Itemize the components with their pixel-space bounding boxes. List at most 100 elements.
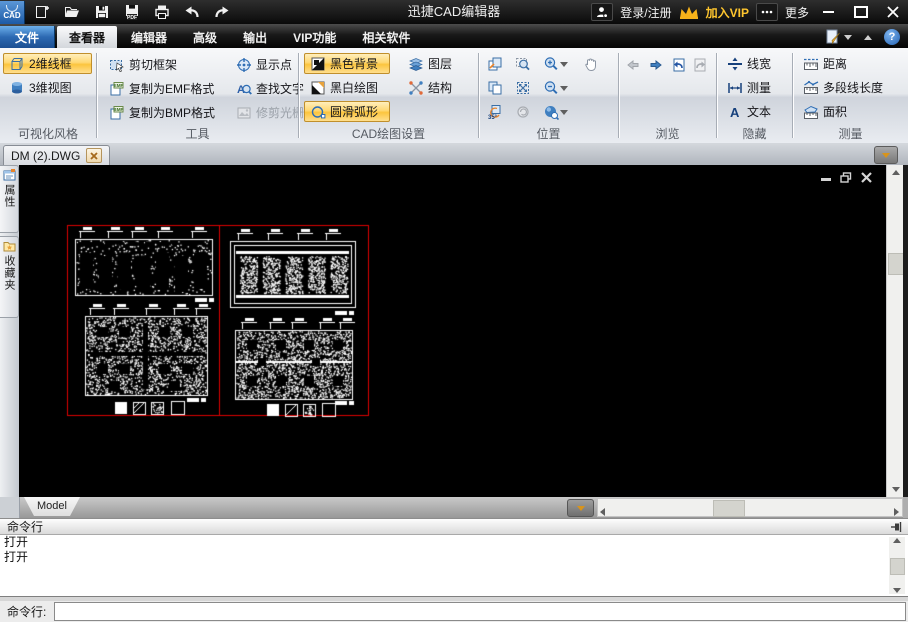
chevron-down-icon[interactable]: [560, 86, 568, 91]
view-forward-button[interactable]: [648, 54, 664, 76]
copy-view-button[interactable]: [487, 77, 503, 99]
scroll-up-button[interactable]: [887, 165, 904, 180]
svg-text:A: A: [730, 105, 740, 120]
sidebar-tab-favorites[interactable]: 收藏夹: [0, 236, 19, 318]
smooth-arc-button[interactable]: 圆滑弧形: [304, 101, 390, 122]
more-dots-icon[interactable]: [756, 3, 778, 21]
black-background-label: 黑色背景: [330, 55, 378, 72]
more-link[interactable]: 更多: [785, 4, 809, 21]
tab-editor[interactable]: 编辑器: [119, 26, 179, 48]
measure-arrows-icon: [727, 80, 743, 96]
measure-polyline-button[interactable]: 多段线长度: [797, 77, 889, 98]
zoom-out-button[interactable]: [543, 77, 568, 99]
app-logo-icon[interactable]: CAD: [0, 1, 25, 24]
rotate-view-button[interactable]: 35°: [487, 101, 503, 123]
scroll-thumb[interactable]: [888, 253, 904, 275]
wireframe-2d-button[interactable]: 2维线框: [3, 53, 92, 74]
bw-drawing-button[interactable]: 黑白绘图: [304, 77, 390, 98]
hide-text-label: 文本: [747, 103, 771, 120]
pan-hand-icon: [583, 56, 599, 72]
user-account-icon[interactable]: [591, 3, 613, 21]
zoom-window-button[interactable]: [515, 53, 531, 75]
tab-list-dropdown-button[interactable]: [874, 146, 898, 164]
tab-related-software[interactable]: 相关软件: [350, 26, 422, 48]
minimize-button[interactable]: [816, 3, 841, 21]
help-button[interactable]: ?: [884, 29, 900, 45]
collapse-ribbon-button[interactable]: [861, 32, 875, 42]
app-window: CAD PDF 迅捷CAD编辑器 登录/注册 加入V: [0, 0, 908, 622]
sidebar-tab-properties[interactable]: 属性: [0, 165, 19, 233]
tab-vip-features[interactable]: VIP功能: [281, 26, 348, 48]
new-file-button[interactable]: [29, 2, 55, 22]
hide-measure-button[interactable]: 测量: [721, 77, 777, 98]
command-history[interactable]: 打开 打开: [0, 535, 908, 596]
command-history-line: 打开: [0, 550, 908, 565]
scroll-thumb[interactable]: [713, 500, 745, 517]
forward-arrow-icon: [648, 57, 664, 73]
find-text-label: 查找文字: [256, 80, 304, 97]
document-tab[interactable]: DM (2).DWG: [3, 145, 110, 165]
wireframe-cube-icon: [9, 56, 25, 72]
maximize-button[interactable]: [848, 3, 873, 21]
scroll-thumb[interactable]: [890, 558, 905, 575]
view-3d-button[interactable]: 3维视图: [3, 77, 92, 98]
pin-panel-button[interactable]: [890, 521, 908, 533]
command-input[interactable]: [54, 602, 906, 621]
file-menu-button[interactable]: 文件: [0, 26, 55, 48]
doc-minimize-button[interactable]: [821, 178, 831, 181]
drawing-canvas[interactable]: [19, 165, 886, 497]
zoom-in-button[interactable]: [543, 53, 568, 75]
copy-bmp-button[interactable]: BMP 复制为BMP格式: [103, 102, 221, 123]
join-vip-link[interactable]: 加入VIP: [706, 4, 749, 21]
doc-close-button[interactable]: [861, 170, 872, 188]
switch-drawing-button[interactable]: [487, 53, 503, 75]
tab-advanced[interactable]: 高级: [181, 26, 229, 48]
doc-restore-button[interactable]: [840, 170, 852, 188]
chevron-down-icon[interactable]: [560, 110, 568, 115]
black-background-button[interactable]: 黑色背景: [304, 53, 390, 74]
new-file-icon: [34, 4, 50, 20]
copy-pages-icon: [487, 80, 503, 96]
undo-button[interactable]: [179, 2, 205, 22]
pan-button[interactable]: [583, 53, 599, 75]
layers-button[interactable]: 图层: [402, 53, 458, 74]
clip-frame-button[interactable]: 剪切框架: [103, 54, 183, 75]
login-register-link[interactable]: 登录/注册: [620, 4, 671, 21]
zoom-extents-button[interactable]: [515, 77, 531, 99]
undo-icon: [184, 4, 200, 20]
tab-viewer[interactable]: 查看器: [57, 26, 117, 48]
model-tab[interactable]: Model: [24, 497, 80, 516]
show-points-button[interactable]: 显示点: [230, 54, 298, 75]
hide-text-button[interactable]: A 文本: [721, 101, 777, 122]
copy-emf-button[interactable]: EMF 复制为EMF格式: [103, 78, 220, 99]
arrow-up-icon: [893, 538, 901, 543]
close-button[interactable]: [880, 3, 905, 21]
redo-button[interactable]: [209, 2, 235, 22]
hide-line-width-button[interactable]: 线宽: [721, 53, 777, 74]
trim-raster-icon: [236, 105, 252, 121]
measure-area-button[interactable]: 面积: [797, 101, 853, 122]
zoom-globe-button[interactable]: [543, 101, 568, 123]
command-vertical-scrollbar[interactable]: [889, 537, 905, 594]
open-file-button[interactable]: [59, 2, 85, 22]
previous-view-button[interactable]: [671, 54, 687, 76]
cad-drawing[interactable]: [19, 165, 886, 497]
annotate-tool-button[interactable]: [825, 29, 852, 45]
layout-dropdown-button[interactable]: [567, 499, 594, 517]
trim-raster-label: 修剪光栅: [256, 104, 304, 121]
tab-output[interactable]: 输出: [231, 26, 279, 48]
print-button[interactable]: [149, 2, 175, 22]
scroll-down-button[interactable]: [889, 588, 905, 593]
scroll-down-button[interactable]: [887, 482, 904, 497]
document-close-button[interactable]: [86, 148, 102, 163]
save-button[interactable]: [89, 2, 115, 22]
pages-icon: [487, 56, 503, 72]
scroll-up-button[interactable]: [889, 538, 905, 543]
canvas-vertical-scrollbar[interactable]: [886, 165, 904, 497]
measure-distance-button[interactable]: 距离: [797, 53, 853, 74]
canvas-horizontal-scrollbar[interactable]: [597, 498, 903, 517]
save-as-pdf-button[interactable]: PDF: [119, 2, 145, 22]
chevron-down-icon[interactable]: [560, 62, 568, 67]
logo-text: CAD: [3, 12, 20, 19]
structure-button[interactable]: 结构: [402, 77, 458, 98]
